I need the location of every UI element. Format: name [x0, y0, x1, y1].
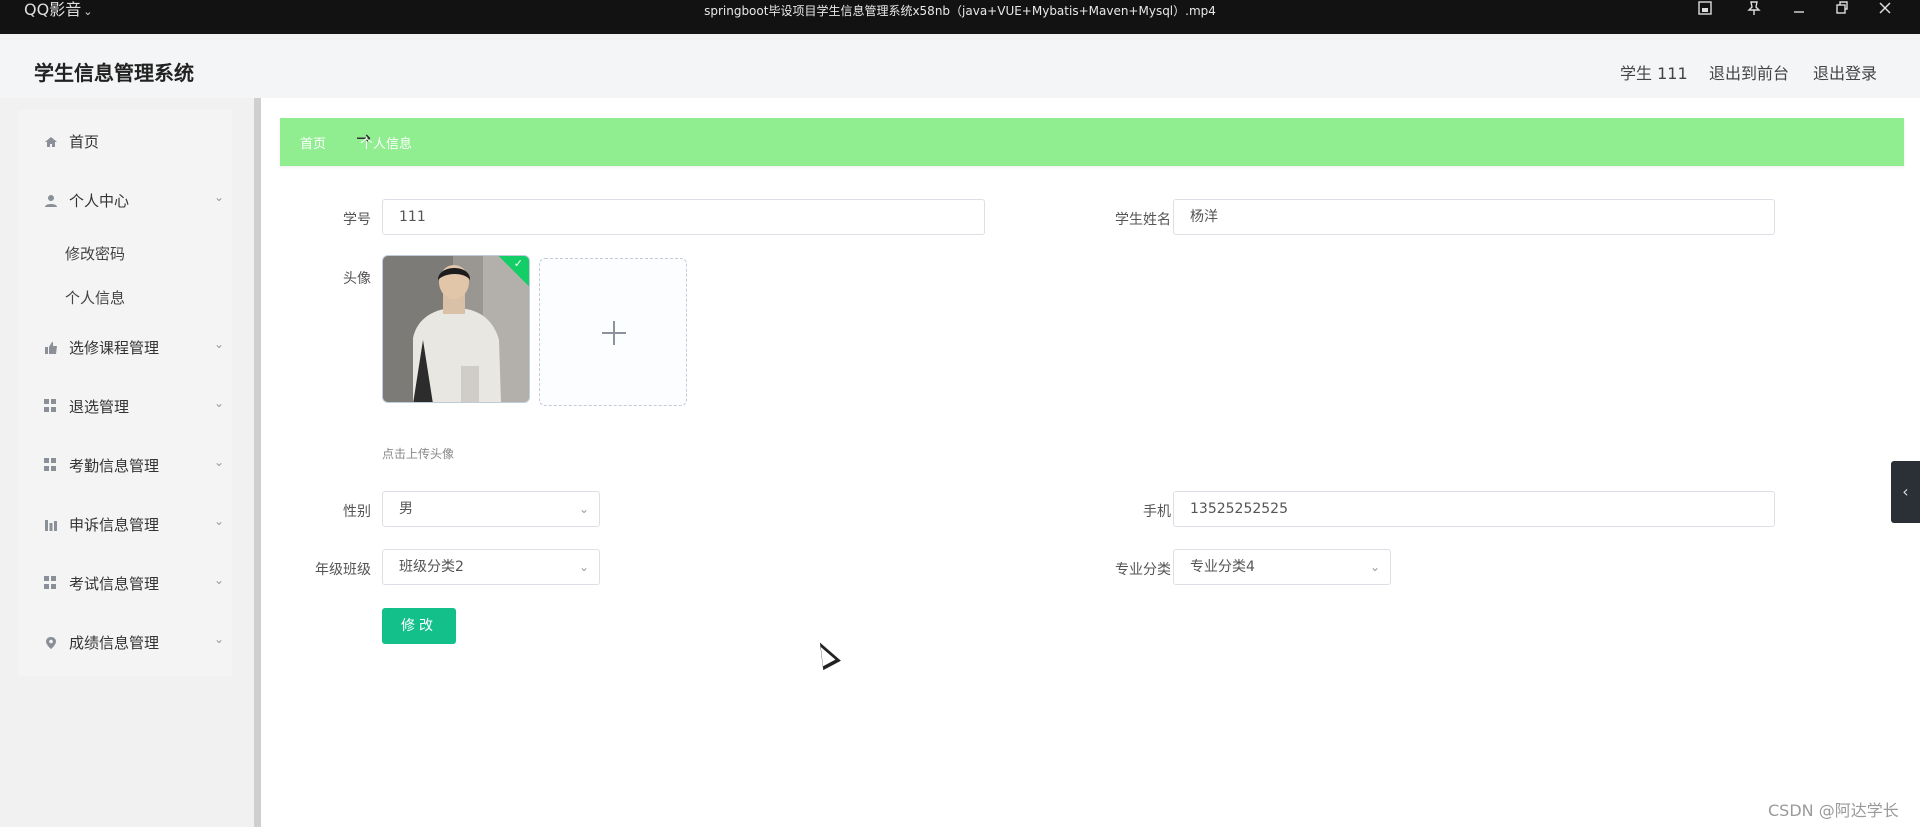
chevron-left-icon: ‹: [1902, 482, 1909, 501]
sidebar-item-home[interactable]: 首页: [18, 126, 232, 156]
sidebar-item-label: 退选管理: [69, 398, 130, 416]
sidebar-item-label: 个人中心: [69, 192, 130, 210]
app-header: 学生信息管理系统 学生 111 退出到前台 退出登录: [0, 40, 1920, 98]
player-title-bar: QQ影音 ⌄ springboot毕设项目学生信息管理系统x58nb（java+V…: [0, 0, 1920, 34]
chevron-down-icon: ⌄: [578, 560, 589, 574]
sidebar-item-grades[interactable]: 成绩信息管理 ⌄: [18, 627, 232, 657]
sidebar-item-elective-courses[interactable]: 选修课程管理 ⌄: [18, 332, 232, 362]
avatar-photo: [383, 256, 529, 402]
chevron-down-icon: ⌄: [213, 396, 224, 410]
sidebar-item-label: 选修课程管理: [69, 339, 160, 357]
breadcrumb-current: 个人信息: [360, 137, 413, 152]
student-name-input[interactable]: 杨洋: [1173, 199, 1775, 235]
sidebar-item-attendance[interactable]: 考勤信息管理 ⌄: [18, 450, 232, 480]
chevron-down-icon: ⌄: [213, 514, 224, 528]
logout-link[interactable]: 退出登录: [1813, 60, 1877, 84]
class-value: 班级分类2: [399, 559, 464, 575]
chevron-down-icon: ⌄: [213, 190, 224, 204]
main-content: 首页 → 个人信息 学号 111 学生姓名 杨洋 头像 ✓ 点击上传头像 性别 …: [261, 98, 1920, 827]
sidebar-item-label: 考试信息管理: [69, 575, 160, 593]
restore-icon[interactable]: [1822, 0, 1862, 22]
sidebar-item-label: 申诉信息管理: [69, 516, 160, 534]
class-label: 年级班级: [315, 562, 371, 578]
sidebar-menu: 首页 个人中心 ⌄ 修改密码 个人信息 选修课程管理 ⌄ 退选管理 ⌄ 考勤信息…: [18, 110, 232, 676]
chevron-down-icon: ⌄: [213, 573, 224, 587]
pin-icon[interactable]: [1734, 0, 1774, 22]
chart-icon: [44, 517, 58, 531]
app-title: 学生信息管理系统: [34, 61, 194, 85]
sidebar-item-exam[interactable]: 考试信息管理 ⌄: [18, 568, 232, 598]
phone-input[interactable]: 13525252525: [1173, 491, 1775, 527]
sidebar-divider: [254, 98, 261, 827]
student-no-input[interactable]: 111: [382, 199, 985, 235]
chevron-down-icon: ⌄: [213, 337, 224, 351]
sidebar-item-withdraw[interactable]: 退选管理 ⌄: [18, 391, 232, 421]
avatar-thumbnail[interactable]: ✓: [382, 255, 530, 403]
plus-icon-vertical: [613, 321, 615, 345]
avatar-label: 头像: [343, 271, 371, 287]
grid-icon: [44, 399, 58, 413]
class-select[interactable]: 班级分类2 ⌄: [382, 549, 600, 585]
video-title: springboot毕设项目学生信息管理系统x58nb（java+VUE+Myb…: [704, 4, 1216, 18]
close-icon[interactable]: [1865, 0, 1905, 22]
chevron-down-icon: ⌄: [213, 632, 224, 646]
gender-value: 男: [399, 501, 413, 517]
screenshot-icon[interactable]: [1685, 0, 1725, 22]
user-icon: [44, 193, 58, 207]
grid-icon: [44, 458, 58, 472]
watermark: CSDN @阿达学长: [1768, 801, 1899, 820]
major-select[interactable]: 专业分类4 ⌄: [1173, 549, 1391, 585]
gender-select[interactable]: 男 ⌄: [382, 491, 600, 527]
avatar-upload-tip: 点击上传头像: [382, 447, 455, 461]
sidebar-subitem-change-password[interactable]: 修改密码: [65, 243, 125, 264]
sidebar-item-label: 考勤信息管理: [69, 457, 160, 475]
collapse-panel-button[interactable]: ‹: [1891, 461, 1920, 523]
sidebar-subitem-personal-info[interactable]: 个人信息: [65, 287, 125, 308]
modify-button[interactable]: 修改: [382, 608, 456, 644]
breadcrumb: 首页 → 个人信息: [280, 118, 1904, 166]
sidebar-item-personal-center[interactable]: 个人中心 ⌄: [18, 185, 232, 215]
minimize-icon[interactable]: [1779, 0, 1819, 22]
exit-to-front-link[interactable]: 退出到前台: [1709, 60, 1789, 84]
grid-icon: [44, 576, 58, 590]
major-label: 专业分类: [1115, 562, 1171, 578]
breadcrumb-home[interactable]: 首页: [300, 133, 326, 152]
sidebar-item-label: 首页: [69, 133, 100, 151]
sidebar-item-label: 成绩信息管理: [69, 634, 160, 652]
student-no-label: 学号: [343, 212, 371, 228]
student-name-label: 学生姓名: [1115, 212, 1171, 228]
location-icon: [44, 635, 58, 649]
gender-label: 性别: [343, 504, 371, 520]
chevron-down-icon: ⌄: [578, 502, 589, 516]
thumb-icon: [44, 340, 58, 354]
chevron-down-icon: ⌄: [213, 455, 224, 469]
check-icon: ✓: [513, 257, 523, 270]
major-value: 专业分类4: [1190, 559, 1255, 575]
chevron-down-icon: ⌄: [1369, 560, 1380, 574]
home-icon: [44, 134, 58, 148]
avatar-upload-button[interactable]: [539, 258, 687, 406]
current-user: 学生 111: [1620, 64, 1688, 83]
phone-label: 手机: [1143, 504, 1171, 520]
sidebar-item-appeal[interactable]: 申诉信息管理 ⌄: [18, 509, 232, 539]
